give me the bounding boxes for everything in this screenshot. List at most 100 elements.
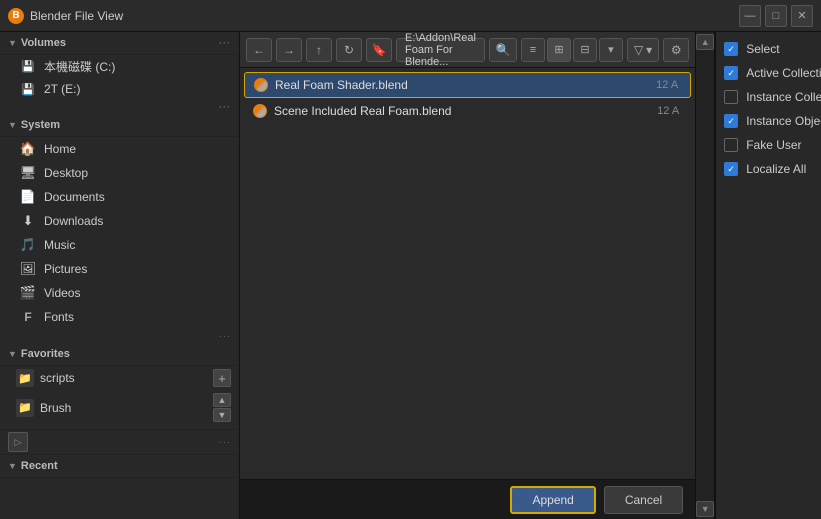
file-list: Real Foam Shader.blend 12 A Scene Includ…: [240, 68, 695, 479]
toolbar: ← → ↑ ↻ 🔖 E:\Addon\Real Foam For Blende.…: [240, 32, 695, 68]
right-panel: Select Active Collection Instance Collec…: [715, 32, 821, 519]
sidebar: ▼ Volumes ··· 💾 本機磁碟 (C:) 💾 2T (E:) ··· …: [0, 32, 240, 519]
sidebar-item-2t-drive[interactable]: 💾 2T (E:): [0, 78, 239, 100]
system-header[interactable]: ▼ System: [0, 114, 239, 137]
downloads-label: Downloads: [44, 214, 103, 228]
system-more[interactable]: ···: [219, 331, 231, 341]
blender-logo: B: [8, 8, 24, 24]
sidebar-item-music[interactable]: 🎵 Music: [0, 233, 239, 257]
drive-icon: 💾: [20, 59, 36, 75]
fake-user-label: Fake User: [746, 138, 801, 152]
scroll-down-button[interactable]: ▼: [696, 501, 714, 517]
volumes-header[interactable]: ▼ Volumes ···: [0, 32, 239, 55]
bottom-bar: Append Cancel: [240, 479, 695, 519]
sidebar-item-brush[interactable]: 📁 Brush ▲ ▼: [0, 390, 239, 425]
cancel-button[interactable]: Cancel: [604, 486, 683, 514]
search-button[interactable]: 🔍: [489, 38, 517, 62]
close-button[interactable]: ✕: [791, 5, 813, 27]
fake-user-checkbox[interactable]: [724, 138, 738, 152]
filter-button[interactable]: ▽ ▾: [627, 38, 659, 62]
favorites-header[interactable]: ▼ Favorites: [0, 343, 239, 366]
file-item-1[interactable]: Scene Included Real Foam.blend 12 A: [244, 99, 691, 123]
brush-move-down[interactable]: ▼: [213, 408, 231, 422]
select-checkbox[interactable]: [724, 42, 738, 56]
content-scrollbar: ▲ ▼: [695, 32, 715, 519]
recent-header[interactable]: ▼ Recent: [0, 454, 239, 478]
pictures-label: Pictures: [44, 262, 87, 276]
view-dropdown-button[interactable]: ▾: [599, 38, 623, 62]
sidebar-expand-button[interactable]: ▷: [8, 432, 28, 452]
documents-label: Documents: [44, 190, 105, 204]
back-button[interactable]: ←: [246, 38, 272, 62]
path-bar[interactable]: E:\Addon\Real Foam For Blende...: [396, 38, 485, 62]
sidebar-item-scripts[interactable]: 📁 scripts +: [0, 366, 239, 390]
view-grid-button[interactable]: ⊞: [547, 38, 571, 62]
scroll-up-button[interactable]: ▲: [696, 34, 714, 50]
append-button[interactable]: Append: [510, 486, 595, 514]
select-label: Select: [746, 42, 779, 56]
sidebar-item-downloads[interactable]: ⬇ Downloads: [0, 209, 239, 233]
videos-label: Videos: [44, 286, 80, 300]
maximize-button[interactable]: □: [765, 5, 787, 27]
sidebar-item-videos[interactable]: 🎬 Videos: [0, 281, 239, 305]
checkbox-row-instance-collections: Instance Collections: [724, 88, 821, 106]
fonts-label: Fonts: [44, 310, 74, 324]
desktop-label: Desktop: [44, 166, 88, 180]
instance-collections-checkbox[interactable]: [724, 90, 738, 104]
scripts-controls: +: [213, 369, 231, 387]
home-label: Home: [44, 142, 76, 156]
filter-arrow: ▾: [646, 43, 652, 57]
sidebar-item-fonts[interactable]: F Fonts: [0, 305, 239, 329]
sidebar-item-pictures[interactable]: 🖼 Pictures: [0, 257, 239, 281]
minimize-button[interactable]: —: [739, 5, 761, 27]
view-buttons: ≡ ⊞ ⊟ ▾: [521, 38, 623, 62]
system-arrow: ▼: [8, 120, 17, 130]
view-list-button[interactable]: ≡: [521, 38, 545, 62]
refresh-button[interactable]: ↻: [336, 38, 362, 62]
titlebar: B Blender File View — □ ✕: [0, 0, 821, 32]
recent-arrow: ▼: [8, 461, 17, 471]
sidebar-item-desktop[interactable]: 🖥 Desktop: [0, 161, 239, 185]
forward-button[interactable]: →: [276, 38, 302, 62]
active-collection-checkbox[interactable]: [724, 66, 738, 80]
volumes-expand[interactable]: ···: [219, 102, 231, 112]
documents-icon: 📄: [20, 189, 36, 205]
settings-button[interactable]: ⚙: [663, 38, 689, 62]
favorites-add-button[interactable]: +: [213, 369, 231, 387]
blend-file-icon-1: [252, 103, 268, 119]
active-collection-label: Active Collection: [746, 66, 821, 80]
checkbox-row-localize-all: Localize All: [724, 160, 821, 178]
desktop-icon: 🖥: [20, 165, 36, 181]
brush-move-up[interactable]: ▲: [213, 393, 231, 407]
file-name-0: Real Foam Shader.blend: [275, 78, 650, 92]
file-name-1: Scene Included Real Foam.blend: [274, 104, 651, 118]
sidebar-item-c-drive[interactable]: 💾 本機磁碟 (C:): [0, 55, 239, 78]
system-section: ▼ System 🏠 Home 🖥 Desktop 📄 Documents ⬇ …: [0, 114, 239, 343]
instance-object-data-checkbox[interactable]: [724, 114, 738, 128]
checkbox-row-select: Select: [724, 40, 821, 58]
recent-label: Recent: [21, 460, 58, 472]
c-drive-label: 本機磁碟 (C:): [44, 58, 115, 75]
downloads-icon: ⬇: [20, 213, 36, 229]
sidebar-bottom-more[interactable]: ···: [219, 437, 231, 447]
drive-icon-2: 💾: [20, 81, 36, 97]
file-size-0: 12 A: [656, 79, 678, 91]
volumes-section: ▼ Volumes ··· 💾 本機磁碟 (C:) 💾 2T (E:) ···: [0, 32, 239, 114]
view-icons-button[interactable]: ⊟: [573, 38, 597, 62]
checkbox-row-fake-user: Fake User: [724, 136, 821, 154]
favorites-arrow: ▼: [8, 349, 17, 359]
checkbox-row-active-collection: Active Collection: [724, 64, 821, 82]
sidebar-item-home[interactable]: 🏠 Home: [0, 137, 239, 161]
sidebar-item-documents[interactable]: 📄 Documents: [0, 185, 239, 209]
window-title: Blender File View: [30, 9, 123, 23]
volumes-more[interactable]: ···: [219, 38, 231, 48]
2t-drive-label: 2T (E:): [44, 82, 80, 96]
scripts-label: scripts: [40, 371, 75, 385]
bookmark-button[interactable]: 🔖: [366, 38, 392, 62]
brush-label: Brush: [40, 401, 71, 415]
music-label: Music: [44, 238, 75, 252]
up-button[interactable]: ↑: [306, 38, 332, 62]
localize-all-checkbox[interactable]: [724, 162, 738, 176]
file-item-0[interactable]: Real Foam Shader.blend 12 A: [244, 72, 691, 98]
scripts-folder-icon: 📁: [16, 369, 34, 387]
